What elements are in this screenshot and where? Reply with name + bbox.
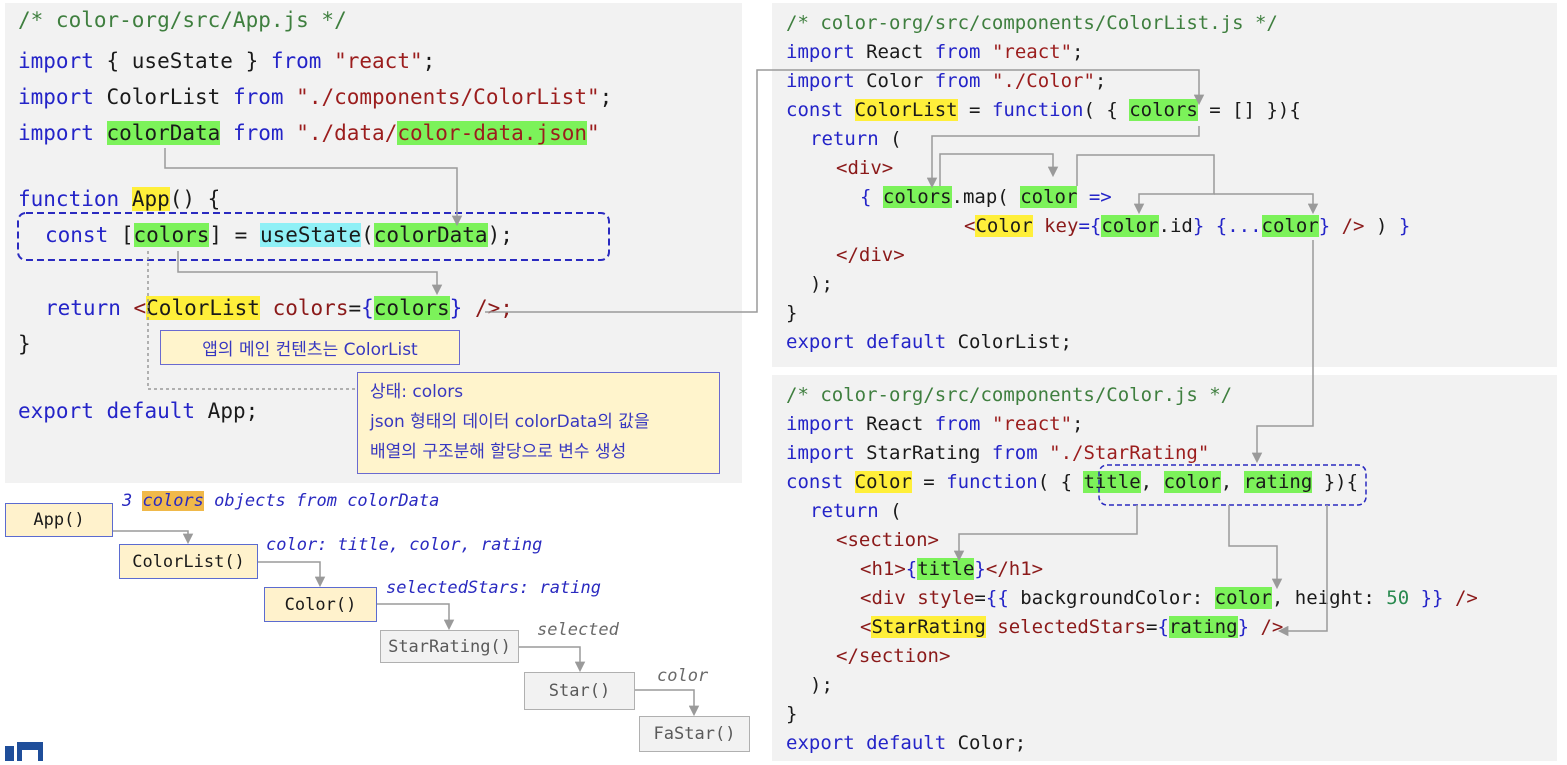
note-main-content-text: 앱의 메인 컨텐츠는 ColorList [202,340,418,360]
app-line-usestate: const [colors] = useState(colorData); [45,223,513,247]
app-line-return: return <ColorList colors={colors} />; [45,296,513,320]
colorlist-line-brace: } [786,302,798,324]
color-line-section-open: <section> [836,529,939,551]
colorlist-comment: /* color-org/src/components/ColorList.js… [786,12,1278,34]
colorlist-line-const: const ColorList = function( { colors = [… [786,99,1301,121]
tree-node-starrating: StarRating() [380,630,519,663]
tree-edge-color-starrating [377,603,455,631]
colorlist-line-div-open: <div> [836,157,894,179]
app-line-function: function App() { [18,187,221,211]
color-line-paren: ); [810,674,833,696]
color-line-h1: <h1>{title}</h1> [860,558,1044,580]
color-line-brace: } [786,703,798,725]
colorlist-code: /* color-org/src/components/ColorList.js… [786,12,1410,353]
tree-label-color-to-starrating: selectedStars: rating [386,578,601,598]
color-line-div: <div style={{ backgroundColor: color, he… [860,587,1478,609]
tree-label-star-to-fastar: color [657,666,709,686]
color-line-export: export default Color; [786,732,1027,754]
colorlist-line-export: export default ColorList; [786,331,1073,353]
colorlist-line-return: return ( [810,128,902,150]
app-comment: /* color-org/src/App.js */ [18,8,347,32]
color-line-import-react: import React from "react"; [786,413,1084,435]
color-comment: /* color-org/src/components/Color.js */ [786,384,1233,406]
logo-icon [5,742,43,761]
app-line-import-react: import { useState } from "react"; [18,49,436,73]
colorlist-line-map: { colors.map( color => [860,186,1112,208]
color-line-section-close: </section> [836,645,951,667]
tree-node-fastar: FaStar() [639,716,750,752]
tree-edge-starrating-star [519,646,586,673]
app-line-import-colorlist: import ColorList from "./components/Colo… [18,85,613,109]
colorlist-line-paren: ); [810,273,833,295]
tree-label-app-to-colorlist: 3 colors objects from colorData [122,491,440,511]
note-state-line2: json 형태의 데이터 colorData의 값을 [370,412,650,432]
app-line-export: export default App; [18,399,259,423]
note-main-content: 앱의 메인 컨텐츠는 ColorList [160,330,460,365]
note-state-colors: 상태: colors json 형태의 데이터 colorData의 값을 배열… [357,372,720,474]
tree-edge-star-fastar [635,689,700,717]
colorlist-line-color-tag: <Color key={color.id} {...color} /> ) } [964,215,1411,237]
tree-edge-colorlist-color [258,561,326,588]
note-state-line3: 배열의 구조분해 할당으로 변수 생성 [370,442,627,462]
university-logo-mark [5,742,45,761]
tree-label-colorlist-to-color: color: title, color, rating [266,535,543,555]
colorlist-line-import-color: import Color from "./Color"; [786,70,1107,92]
colorlist-line-div-close: </div> [836,244,905,266]
colorlist-line-import-react: import React from "react"; [786,41,1084,63]
note-state-line1: 상태: colors [370,382,464,402]
tree-node-star: Star() [524,672,635,710]
tree-node-app: App() [5,503,113,537]
tree-node-colorlist: ColorList() [119,544,258,579]
tree-label-starrating-to-star: selected [537,620,619,640]
app-line-import-colordata: import colorData from "./data/color-data… [18,121,600,145]
color-line-starrating: <StarRating selectedStars={rating} /> [860,616,1284,638]
color-line-const: const Color = function( { title, color, … [786,471,1359,493]
app-code: /* color-org/src/App.js */ import { useS… [18,8,612,423]
color-code: /* color-org/src/components/Color.js */ … [786,384,1478,754]
tree-edge-app-colorlist [113,530,194,545]
app-line-close: } [18,332,31,356]
color-line-import-starrating: import StarRating from "./StarRating" [786,442,1210,464]
tree-node-color: Color() [264,587,377,622]
color-line-return: return ( [810,500,902,522]
